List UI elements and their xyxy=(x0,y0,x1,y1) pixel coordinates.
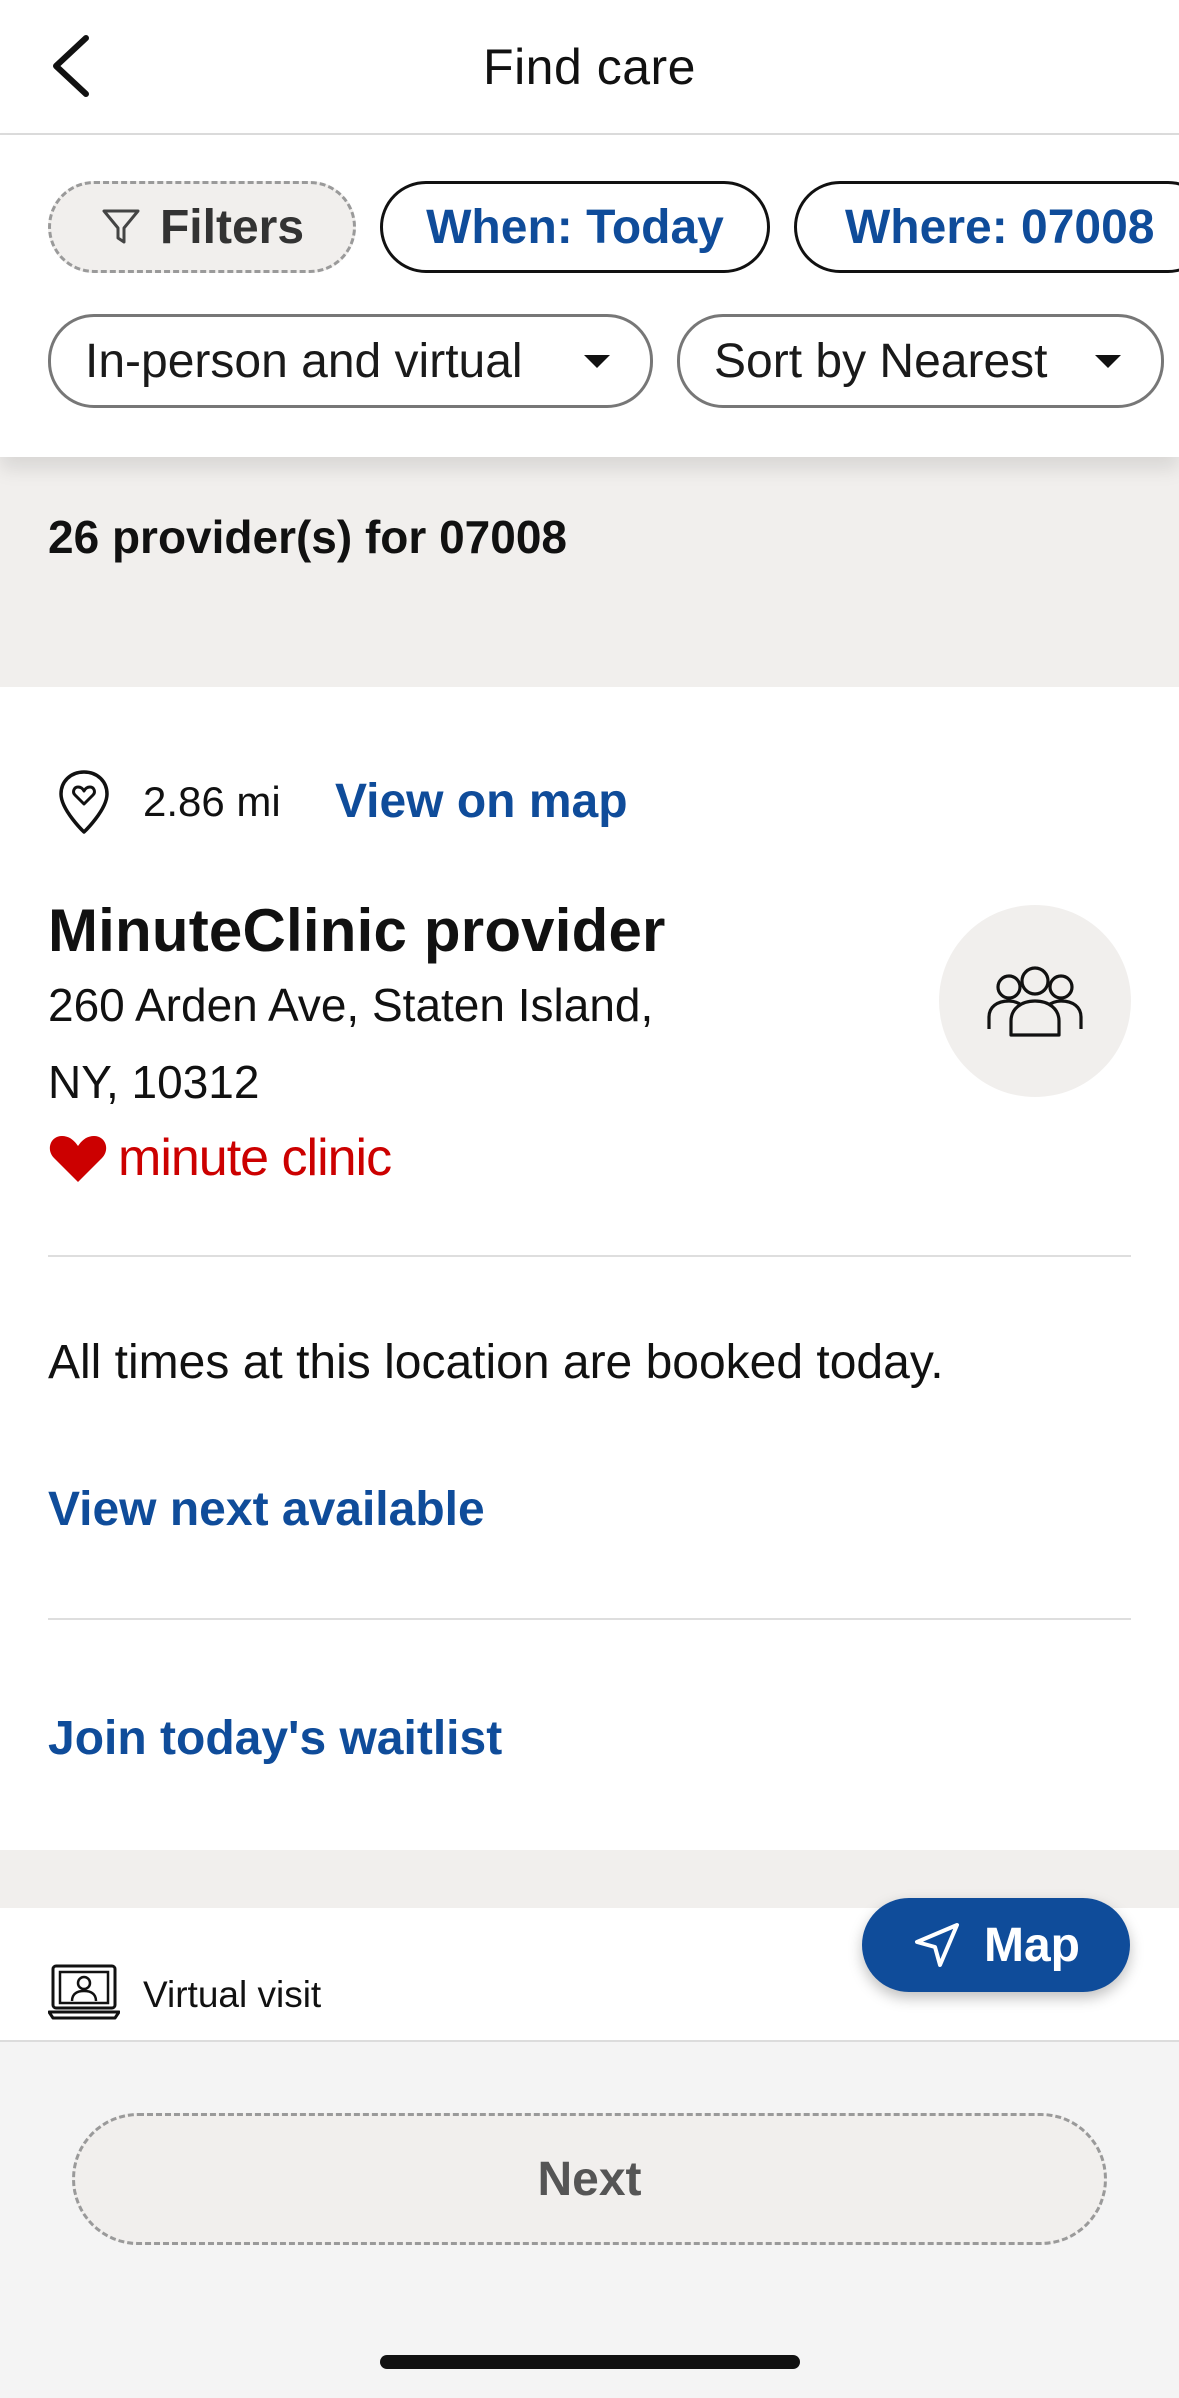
next-button-label: Next xyxy=(537,2152,642,2206)
heart-icon xyxy=(49,1136,107,1182)
filter-bar: Filters When: Today Where: 07008 In-pers… xyxy=(0,135,1179,457)
visit-type-label: Virtual visit xyxy=(143,1974,322,2015)
provider-avatar xyxy=(939,905,1131,1097)
visit-type-label: In-person and virtual xyxy=(85,334,523,388)
funnel-icon xyxy=(102,209,140,244)
address-line1: 260 Arden Ave, Staten Island, xyxy=(48,979,654,1031)
provider-card xyxy=(0,687,1179,1850)
sort-label: Sort by Nearest xyxy=(714,334,1048,388)
group-people-icon xyxy=(987,966,1083,1037)
map-button[interactable]: Map xyxy=(862,1898,1130,1992)
logo-text: minute clinic xyxy=(118,1129,392,1187)
video-visit-icon xyxy=(48,1964,120,2020)
filters-button[interactable]: Filters xyxy=(48,181,356,273)
divider xyxy=(48,1255,1131,1257)
navigation-arrow-icon xyxy=(915,1923,959,1967)
caret-down-icon xyxy=(1095,354,1121,368)
booked-message: All times at this location are booked to… xyxy=(48,1336,944,1389)
when-label: When: Today xyxy=(426,200,724,254)
join-waitlist-link[interactable]: Join today's waitlist xyxy=(48,1711,502,1766)
when-chip[interactable]: When: Today xyxy=(380,181,770,273)
next-button[interactable]: Next xyxy=(72,2113,1107,2245)
view-next-available-link[interactable]: View next available xyxy=(48,1482,485,1537)
filters-label: Filters xyxy=(159,200,305,254)
results-header xyxy=(0,457,1179,687)
home-indicator xyxy=(380,2355,800,2369)
view-on-map-link[interactable]: View on map xyxy=(335,774,628,829)
minute-clinic-logo: minute clinic xyxy=(48,1128,392,1188)
chevron-left-icon xyxy=(53,35,89,97)
caret-down-icon xyxy=(584,354,610,368)
sort-dropdown[interactable]: Sort by Nearest xyxy=(677,314,1164,408)
provider-name: MinuteClinic provider xyxy=(48,897,666,964)
location-pin-icon xyxy=(59,770,109,834)
where-label: Where: 07008 xyxy=(845,200,1155,254)
where-chip[interactable]: Where: 07008 xyxy=(794,181,1179,273)
visit-type-dropdown[interactable]: In-person and virtual xyxy=(48,314,653,408)
address-line2: NY, 10312 xyxy=(48,1056,260,1108)
back-button[interactable] xyxy=(40,30,100,102)
top-bar xyxy=(0,0,1179,135)
divider xyxy=(48,1618,1131,1620)
distance-text: 2.86 mi xyxy=(143,778,281,825)
results-count: 26 provider(s) for 07008 xyxy=(48,511,568,563)
map-button-label: Map xyxy=(984,1918,1080,1972)
